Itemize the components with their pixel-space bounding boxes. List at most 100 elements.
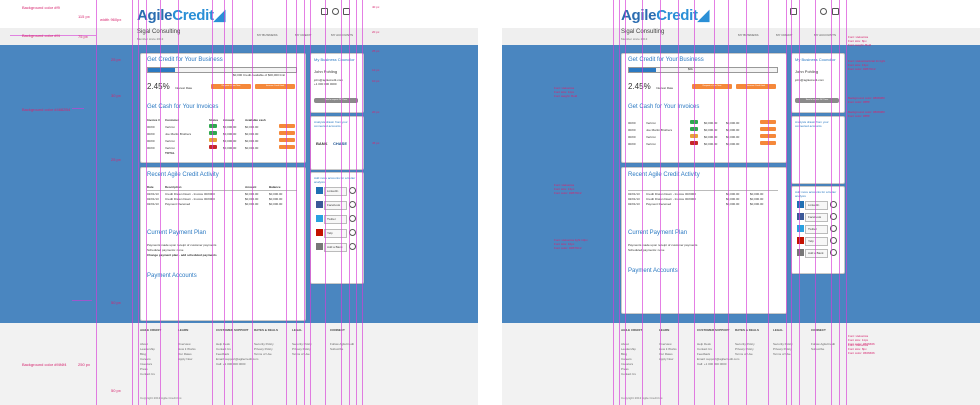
increase-limit-button[interactable]: Increase Credit Limit (255, 84, 295, 89)
activity-description: Credit Drawn Down - Invoice 00/0000 (165, 197, 215, 201)
table-row[interactable]: 00/00Verizon$0,000.00$0,000.00 (141, 124, 301, 130)
footer-link[interactable]: Terms of Use (773, 352, 791, 356)
table-row[interactable]: 00/00Verizon$0,000.00$0,000.00 (622, 134, 782, 140)
social-account-row[interactable]: Facebook (797, 213, 839, 222)
footer-link[interactable]: How it Works (178, 347, 196, 351)
connect-radio[interactable] (349, 215, 356, 222)
social-account-row[interactable]: Twitter (316, 215, 358, 224)
footer-link[interactable]: Leadership (140, 347, 155, 351)
spec-panel-measurements: AgileCredit◢ Sigal Consulting Member sin… (0, 0, 478, 405)
logout-icon[interactable] (832, 8, 839, 15)
request-loan-button[interactable]: Request a Loan Now (211, 84, 251, 89)
social-account-row[interactable]: Facebook (316, 201, 358, 210)
footer-link[interactable]: Subscribe (811, 347, 824, 351)
social-account-row[interactable]: Twitter (797, 225, 839, 234)
footer-link[interactable]: Privacy Policy (292, 347, 311, 351)
payment-line-3[interactable]: Change payment plan - add scheduled paym… (147, 253, 217, 257)
footer-link[interactable]: Email: support@agilecredit.com (697, 357, 739, 361)
spec-annotation: Background color #f4 (22, 33, 60, 38)
get-cash-button[interactable] (279, 131, 295, 135)
social-account-row[interactable]: LinkedIn (316, 187, 358, 196)
table-row[interactable]: 00/00Joe Martin Brothers$0,000.00$0,000.… (141, 131, 301, 137)
footer-link[interactable]: Investors (621, 362, 633, 366)
social-account-button[interactable]: Add a Bank (805, 249, 828, 258)
get-cash-button[interactable] (279, 145, 295, 149)
footer-link[interactable]: Call: +1 000 000 0000 (697, 362, 726, 366)
table-row[interactable]: 00/00Joe Martin Brothers$0,000.00$0,000.… (622, 127, 782, 133)
social-account-button[interactable]: Facebook (805, 213, 828, 222)
customer-name: Verizon (165, 139, 176, 143)
footer-link[interactable]: Feedback (697, 352, 710, 356)
footer-link[interactable]: Security Policy (254, 342, 274, 346)
footer-link[interactable]: Follow AgileCredit (330, 342, 354, 346)
nav-my-business[interactable]: MY BUSINESS (257, 33, 277, 37)
social-account-row[interactable]: Add a Bank (316, 243, 358, 252)
footer-link[interactable]: Apply Now (178, 357, 192, 361)
officer-request-button[interactable]: Send a request 24/7 here (314, 98, 358, 103)
settings-icon[interactable] (820, 8, 827, 15)
footer-link[interactable]: Call: +1 000 000 0000 (216, 362, 245, 366)
footer-link[interactable]: Leadership (621, 347, 636, 351)
increase-limit-button[interactable]: Increase Credit Limit (736, 84, 776, 89)
get-cash-button[interactable] (279, 138, 295, 142)
footer-link[interactable]: Contact Us (140, 372, 155, 376)
footer-link[interactable]: Careers (621, 357, 632, 361)
get-cash-button[interactable] (279, 124, 295, 128)
social-account-button[interactable]: Yelp (805, 237, 828, 246)
table-row[interactable]: 00/00Verizon$0,000.00$0,000.00 (622, 120, 782, 126)
footer-link[interactable]: Our Rates (659, 352, 673, 356)
footer-link[interactable]: Security Policy (292, 342, 312, 346)
footer-link[interactable]: Our Rates (178, 352, 192, 356)
settings-icon[interactable] (332, 8, 339, 15)
request-loan-button[interactable]: Request a Loan Now (692, 84, 732, 89)
table-row[interactable]: 00/00Verizon$0,000.00$0,000.00 (141, 138, 301, 144)
nav-my-credit[interactable]: MY CREDIT (776, 33, 792, 37)
social-account-button[interactable]: Twitter (805, 225, 828, 234)
brand-logo[interactable]: AgileCredit◢ (621, 6, 709, 24)
footer-link[interactable]: Security Policy (773, 342, 793, 346)
footer-link[interactable]: Privacy Policy (254, 347, 273, 351)
footer-heading: CONNECT (811, 328, 826, 332)
social-account-button[interactable]: Twitter (324, 215, 347, 224)
nav-my-business[interactable]: MY BUSINESS (738, 33, 758, 37)
social-account-row[interactable]: LinkedIn (797, 201, 839, 210)
spec-annotation: 40 px (372, 5, 380, 9)
footer-link[interactable]: Contact Us (621, 372, 636, 376)
social-account-row[interactable]: Yelp (797, 237, 839, 246)
nav-my-accounts[interactable]: MY ACCOUNTS (814, 33, 836, 37)
footer-link[interactable]: Overview (178, 342, 191, 346)
footer-link[interactable]: Apply Now (659, 357, 673, 361)
table-row[interactable]: 00/00Verizon$0,000.00$0,000.00 (622, 141, 782, 147)
footer-link[interactable]: Privacy Policy (735, 347, 754, 351)
invoice-number: 00/00 (147, 139, 155, 143)
footer-link[interactable]: Blog (621, 352, 627, 356)
connect-radio[interactable] (349, 187, 356, 194)
footer-link[interactable]: Contact Us (697, 347, 712, 351)
social-account-button[interactable]: Yelp (324, 229, 347, 238)
social-account-button[interactable]: Facebook (324, 201, 347, 210)
footer-link[interactable]: Help Desk (697, 342, 711, 346)
footer-link[interactable]: Help Desk (216, 342, 230, 346)
footer-link[interactable]: Feedback (216, 352, 229, 356)
social-account-row[interactable]: Add a Bank (797, 249, 839, 258)
connect-radio[interactable] (349, 229, 356, 236)
credit-progress-fill (148, 68, 175, 72)
layout-guide-tick (72, 108, 84, 109)
social-account-button[interactable]: LinkedIn (324, 187, 347, 196)
spec-annotation: Font weight: Bold (554, 94, 578, 98)
connect-radio[interactable] (349, 201, 356, 208)
footer-link[interactable]: Security Policy (735, 342, 755, 346)
subheader-band (0, 28, 478, 45)
footer-link[interactable]: How it Works (659, 347, 677, 351)
social-account-row[interactable]: Yelp (316, 229, 358, 238)
social-account-button[interactable]: Add a Bank (324, 243, 347, 252)
connect-radio[interactable] (349, 243, 356, 250)
footer-link[interactable]: Privacy Policy (773, 347, 792, 351)
footer-link[interactable]: Terms of Use (292, 352, 310, 356)
activity-description: Payment Received (646, 202, 672, 206)
footer-link[interactable]: Terms of Use (254, 352, 272, 356)
officer-request-button[interactable]: Send a request 24/7 here (795, 98, 839, 103)
spec-annotation: width 960px (100, 17, 122, 22)
footer-link[interactable]: Terms of Use (735, 352, 753, 356)
social-account-button[interactable]: LinkedIn (805, 201, 828, 210)
